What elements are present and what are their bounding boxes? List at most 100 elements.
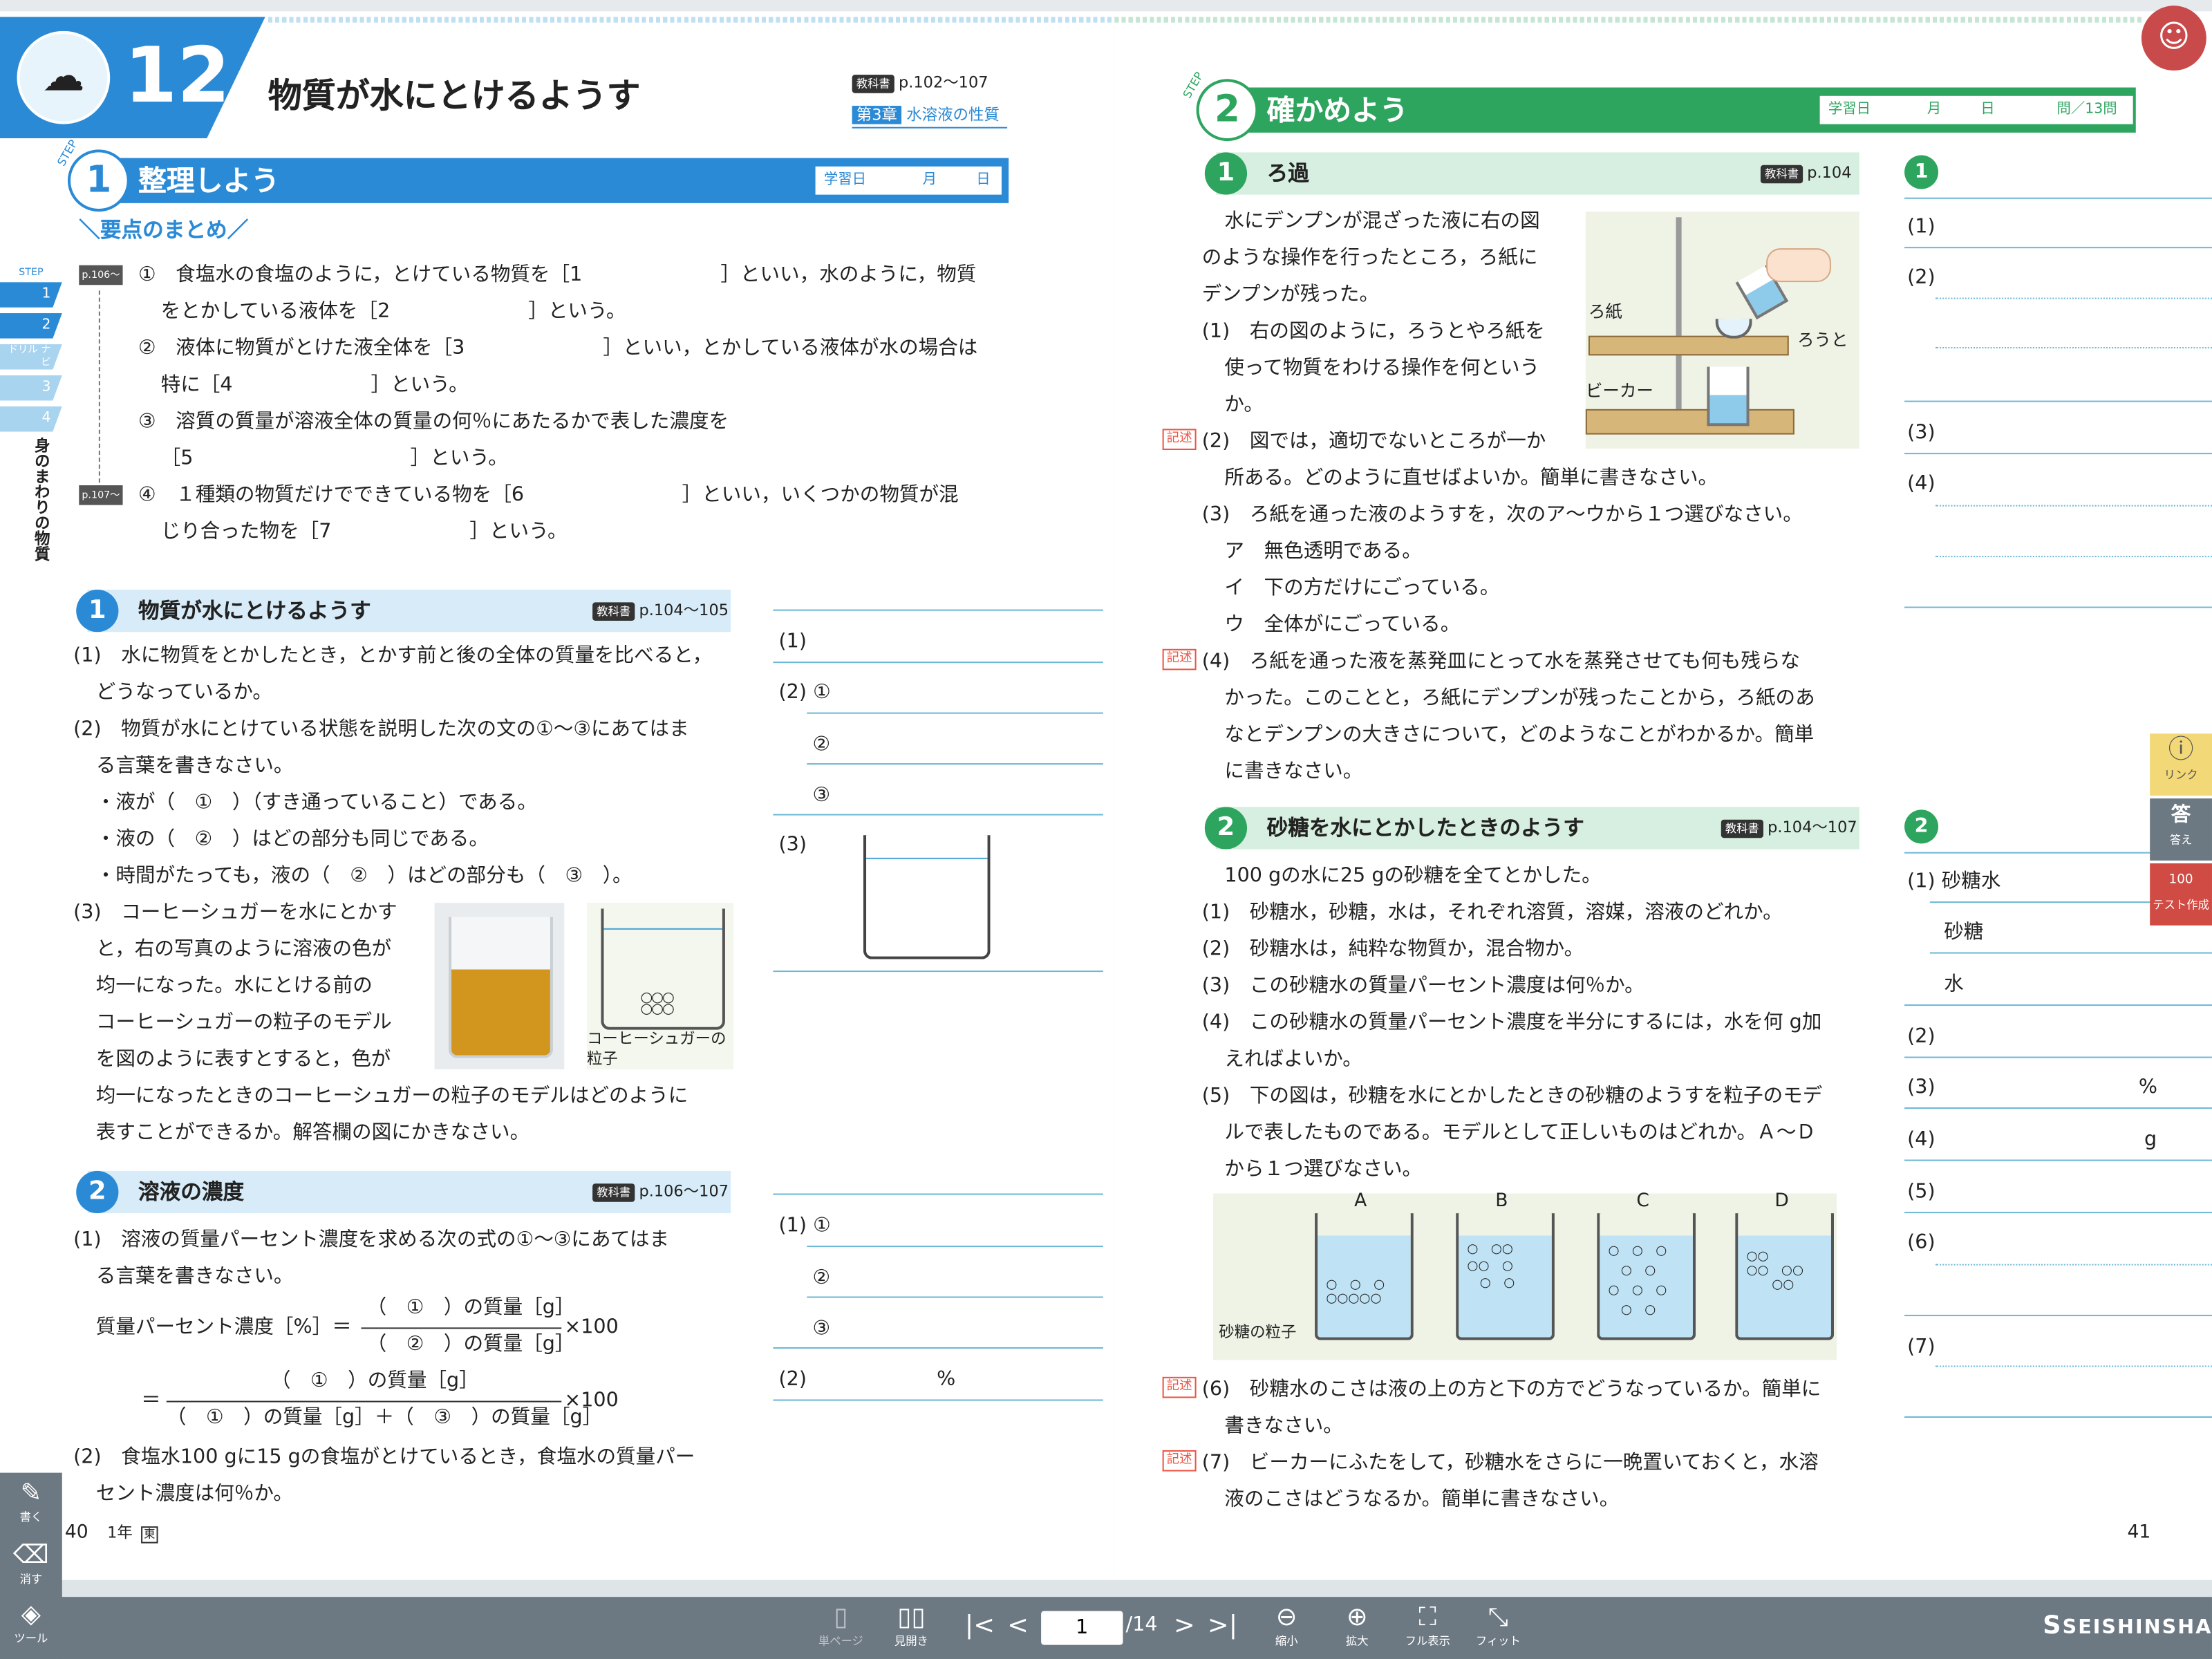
write-tool[interactable]: ✎ 書く: [0, 1479, 62, 1525]
tool-menu[interactable]: ◈ ツール: [0, 1600, 62, 1646]
r2-line-6: えればよいか。: [1224, 1048, 1362, 1071]
fig-label-paper: ろ紙: [1588, 301, 1622, 322]
zoom-out-button[interactable]: ⊖ 縮小: [1258, 1602, 1315, 1649]
ans2-line-7: [1904, 1212, 2212, 1214]
answer-beaker[interactable]: [863, 835, 991, 959]
q1-line-6: ・液の（ ② ）はどの部分も同じである。: [95, 827, 489, 851]
model-water-line: [603, 928, 722, 930]
ans1-circle: 1: [1904, 155, 1939, 189]
summary-line-4: 特に［4 ］という。: [160, 373, 469, 397]
ans2-line-9: [1904, 1416, 2212, 1418]
tool-label: ツール: [14, 1632, 48, 1645]
r2-line-7: (5) 下の図は，砂糖を水にとかしたときの砂糖のようすを粒子のモデ: [1201, 1085, 1823, 1108]
study-date-box: 学習日 月 日: [815, 166, 1002, 195]
zoom-out-label: 縮小: [1275, 1635, 1298, 1648]
ref-107: p.107～: [79, 485, 123, 505]
q1-ans-line-5: [773, 971, 1103, 973]
single-page-label: 単ページ: [818, 1635, 863, 1648]
full-view-button[interactable]: ⛶ フル表示: [1396, 1602, 1459, 1649]
last-page-button[interactable]: >|: [1208, 1611, 1237, 1641]
r2-line-2: (1) 砂糖水，砂糖，水は，それぞれ溶質，溶媒，溶液のどれか。: [1201, 901, 1783, 924]
beaker-label-B: B: [1495, 1190, 1508, 1212]
fig-label-beaker: ビーカー: [1585, 381, 1653, 401]
first-page-button[interactable]: |<: [965, 1611, 995, 1641]
fit-button[interactable]: ⤡ フィット: [1467, 1602, 1529, 1649]
r1-line-4: (1) 右の図のように，ろうとやろ紙を: [1201, 320, 1545, 343]
r2-line-8: ルで表したものである。モデルとして正しいものはどれか。Ａ～Ｄ: [1224, 1121, 1816, 1145]
zoom-in-label: 拡大: [1345, 1635, 1369, 1648]
step2-title: 確かめよう: [1266, 93, 1408, 127]
q1-ans-2: (2) ①: [778, 681, 831, 704]
single-page-button[interactable]: ▯ 単ページ: [813, 1602, 870, 1649]
sugar-label: コーヒーシュガーの粒子: [586, 1029, 727, 1068]
beaker-label-C: C: [1636, 1190, 1649, 1212]
link-button[interactable]: ⓘ リンク: [2150, 733, 2212, 796]
unit-ref: 教科書 p.102～107: [852, 71, 988, 96]
q1-line-9: と，右の写真のように溶液の色が: [95, 938, 392, 961]
r1-circle: 1: [1204, 152, 1248, 195]
ans1-line-2: [1904, 400, 2212, 402]
avatar[interactable]: ☺: [2141, 6, 2206, 71]
ans1-dot-3: [1935, 505, 2212, 507]
brand-logo: SSEISHINSHA: [2043, 1611, 2212, 1641]
beaker-A: [1315, 1213, 1414, 1340]
q2-tail-2: セント濃度は何％か。: [95, 1482, 293, 1506]
page-input[interactable]: [1041, 1611, 1123, 1645]
r1-line-9: (3) ろ紙を通った液のようすを，次のア～ウから１つ選びなさい。: [1201, 503, 1803, 527]
hand-shape: [1766, 248, 1831, 283]
mascot-icon: ☁: [17, 30, 111, 124]
answer-button[interactable]: 答 答え: [2150, 798, 2212, 861]
q1-line-7: ・時間がたっても，液の（ ② ）はどの部分も（ ③ ）。: [95, 865, 632, 888]
month-label: 月: [922, 171, 937, 188]
zoom-out-icon: ⊖: [1275, 1602, 1297, 1633]
step-nav-4[interactable]: 4: [0, 406, 62, 432]
r1-ref-tag: 教科書: [1760, 165, 1803, 184]
summary-line-3: ② 液体に物質がとけた液全体を［3 ］といい，とかしている液体が水の場合は: [138, 337, 978, 360]
right-page: STEP 2 確かめよう 学習日 月 日 問／13問 1 ろ過 教科書 p.104…: [1114, 11, 2212, 1580]
step-nav-2[interactable]: 2: [0, 313, 62, 339]
step-nav-3[interactable]: 3: [0, 375, 62, 401]
q1-ans-4: ③: [812, 784, 831, 807]
full-view-label: フル表示: [1405, 1635, 1450, 1648]
beaker-label-A: A: [1354, 1190, 1367, 1212]
q2-ans-3: ③: [812, 1318, 831, 1340]
fit-icon: ⤡: [1488, 1602, 1509, 1633]
q2-title: 溶液の濃度: [138, 1179, 245, 1205]
unit-ref-pages: p.102～107: [898, 73, 988, 92]
ans2-percent: %: [2138, 1076, 2158, 1099]
summary-line-1: ① 食塩水の食塩のように，とけている物質を［1 ］といい，水のように，物質: [138, 263, 977, 287]
summary-title-text: 要点のまとめ: [100, 217, 227, 243]
zoom-in-icon: ⊕: [1346, 1602, 1368, 1633]
step-nav-label: STEP: [19, 266, 44, 279]
ans1-3: (3): [1907, 422, 1936, 444]
step-nav-drill[interactable]: ドリル ナビ: [0, 344, 62, 370]
answer-beaker-water: [866, 857, 988, 859]
erase-tool[interactable]: ⌫ 消す: [0, 1541, 62, 1587]
r2-line-4: (3) この砂糖水の質量パーセント濃度は何％か。: [1201, 975, 1644, 997]
step-nav-1[interactable]: 1: [0, 282, 62, 308]
next-page-button[interactable]: >: [1174, 1611, 1195, 1641]
ref-arrow: [98, 290, 100, 497]
beaker-shape: [1707, 366, 1750, 427]
prev-page-button[interactable]: <: [1007, 1611, 1029, 1641]
spread-label: 見開き: [894, 1635, 928, 1648]
q1-circle: 1: [76, 590, 119, 632]
q2-ans-1: (1) ①: [778, 1215, 831, 1237]
zoom-in-button[interactable]: ⊕ 拡大: [1329, 1602, 1385, 1649]
q2-ref: 教科書 p.106～107: [592, 1179, 729, 1205]
spread-button[interactable]: ▯▯ 見開き: [883, 1602, 940, 1649]
r1-line-12: ウ 全体がにごっている。: [1224, 613, 1461, 637]
r1-line-11: イ 下の方だけにごっている。: [1224, 577, 1500, 600]
ans2-line-5: [1904, 1107, 2212, 1109]
particles-C: ○ ○ ○ ○ ○ ○ ○ ○ ○ ○: [1608, 1244, 1667, 1318]
step2-circle: 2: [1196, 79, 1259, 142]
brand-icon: S: [2043, 1611, 2063, 1641]
formula-eq: ＝: [141, 1389, 161, 1412]
r2-line-3: (2) 砂糖水は，純粋な物質か，混合物か。: [1201, 938, 1584, 961]
stand-base: [1585, 409, 1794, 435]
filtration-figure: ろ紙 ろうと ビーカー: [1585, 212, 1859, 449]
q1-ans-line-2: [807, 712, 1103, 714]
test-create-button[interactable]: 100 テスト作成: [2150, 863, 2212, 926]
ans1-line-4: [1904, 606, 2212, 608]
q1-line-13: 均一になったときのコーヒーシュガーの粒子のモデルはどのように: [95, 1085, 688, 1108]
